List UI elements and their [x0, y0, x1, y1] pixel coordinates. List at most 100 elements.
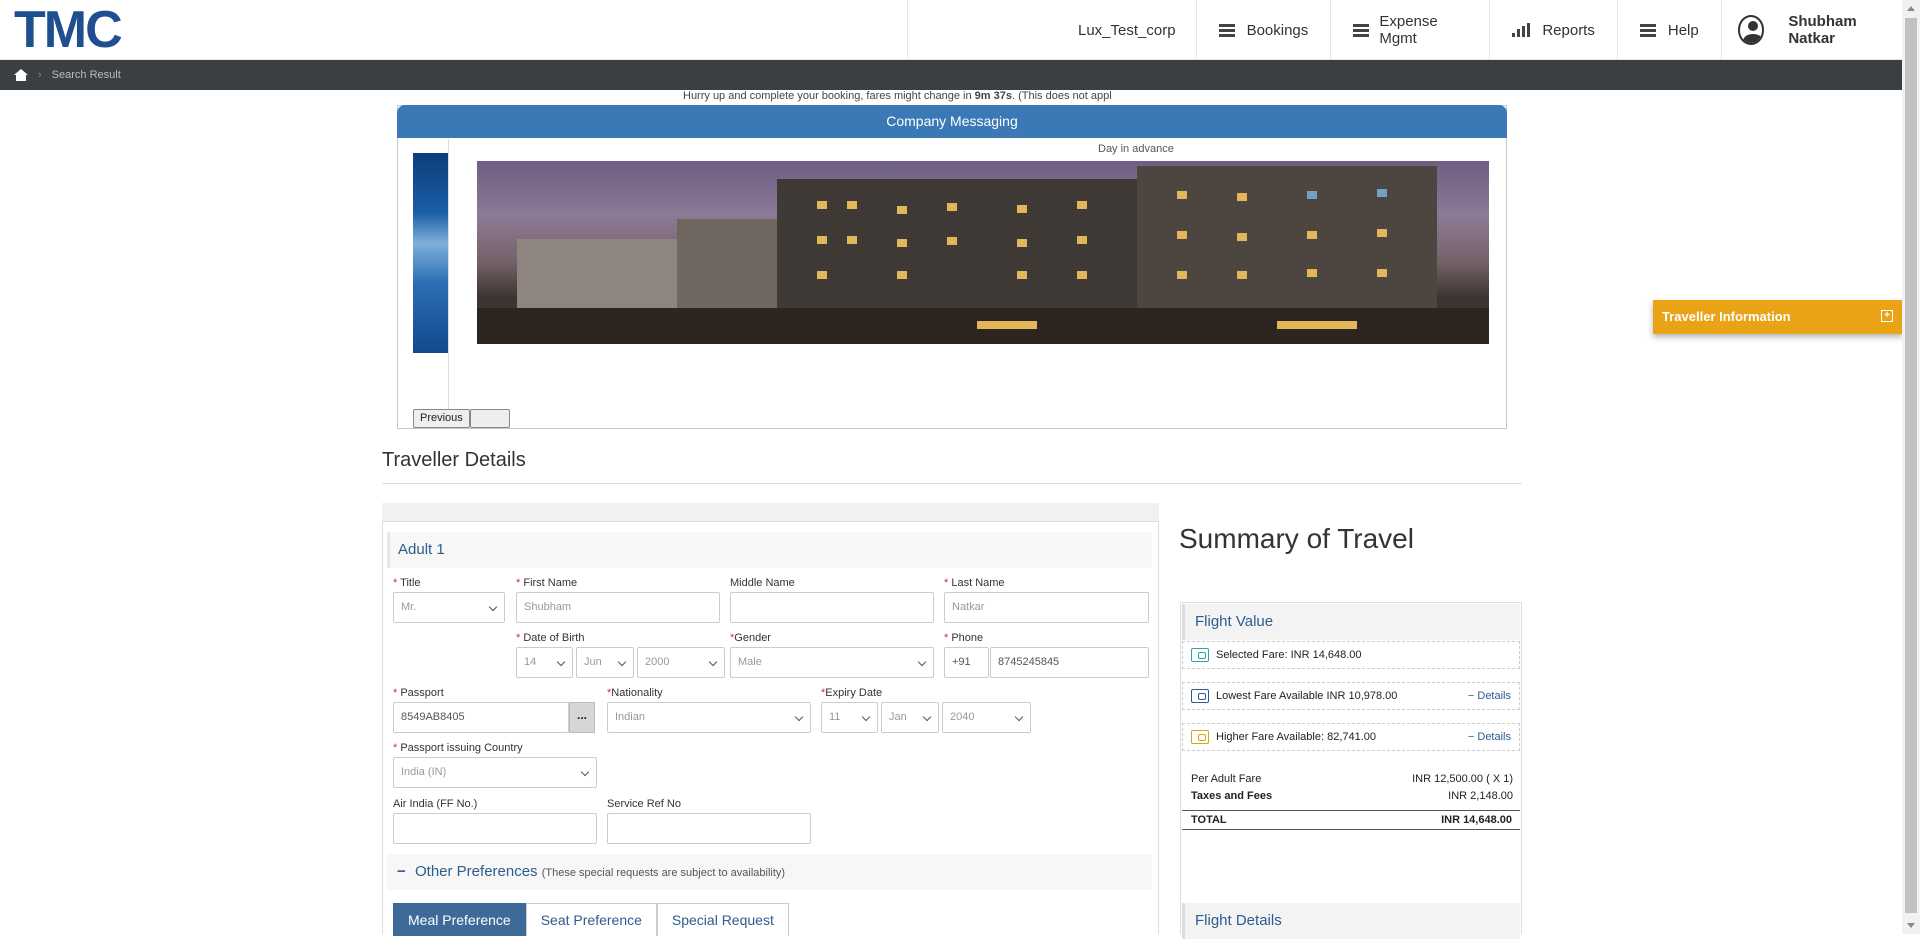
- per-adult-value: INR 12,500.00 ( X 1): [1412, 773, 1513, 785]
- phone-input[interactable]: 8745245845: [990, 647, 1149, 678]
- user-avatar-icon: [1737, 15, 1765, 45]
- passport-more-button[interactable]: ...: [569, 702, 595, 733]
- taxes-value: INR 2,148.00: [1448, 790, 1513, 802]
- total-label: TOTAL: [1191, 814, 1227, 826]
- first-name-label: * First Name: [516, 577, 578, 589]
- other-preferences-toggle[interactable]: − Other Preferences (These special reques…: [387, 854, 1152, 890]
- nav-expense-mgmt[interactable]: Expense Mgmt: [1331, 0, 1491, 60]
- summary-heading: Summary of Travel: [1179, 523, 1414, 554]
- scroll-down-icon[interactable]: [1907, 923, 1915, 928]
- breadcrumb: › Search Result: [0, 60, 1902, 90]
- selected-fare-text: Selected Fare: INR 14,648.00: [1216, 649, 1362, 661]
- nav-expense-label: Expense Mgmt: [1379, 13, 1438, 47]
- home-icon[interactable]: [14, 69, 28, 81]
- gender-select[interactable]: Male: [730, 647, 934, 678]
- wallet-icon: [1191, 689, 1209, 703]
- passport-label: * Passport: [393, 687, 444, 699]
- dob-label: * Date of Birth: [516, 632, 585, 644]
- higher-fare-text: Higher Fare Available: 82,741.00: [1216, 731, 1377, 743]
- expiry-day-select[interactable]: 11: [821, 702, 878, 733]
- phone-label: * Phone: [944, 632, 984, 644]
- traveller-information-label: Traveller Information: [1662, 309, 1791, 324]
- nav-help[interactable]: Help: [1618, 0, 1722, 60]
- other-preferences-note: (These special requests are subject to a…: [541, 867, 786, 879]
- preference-tabs: Meal Preference Seat Preference Special …: [393, 903, 789, 936]
- tmc-logo[interactable]: TMC: [14, 4, 123, 56]
- traveller-form: Adult 1 * Title Mr. * First Name Shubham…: [382, 521, 1159, 936]
- tab-meal-preference[interactable]: Meal Preference: [393, 903, 526, 936]
- title-select[interactable]: Mr.: [393, 592, 505, 623]
- carousel-controls: Previous: [413, 409, 510, 428]
- breadcrumb-separator-icon: ›: [38, 69, 42, 81]
- company-messaging-title: Company Messaging: [397, 105, 1507, 138]
- page-scrollbar[interactable]: [1902, 0, 1920, 934]
- nationality-label: *Nationality: [607, 687, 663, 699]
- middle-name-label: Middle Name: [730, 577, 795, 589]
- per-adult-label: Per Adult Fare: [1191, 773, 1262, 785]
- nav-reports-label: Reports: [1542, 21, 1595, 39]
- adult-section-heading: Adult 1: [387, 532, 1152, 568]
- total-row: TOTAL INR 14,648.00: [1182, 810, 1520, 830]
- company-messaging-panel: Company Messaging Day in advance Previou…: [397, 105, 1507, 429]
- user-menu[interactable]: Shubham Natkar: [1722, 0, 1902, 60]
- carousel-side-image: [413, 153, 448, 353]
- traveller-information-toggle[interactable]: Traveller Information +: [1653, 300, 1903, 334]
- hamburger-icon: [1218, 23, 1235, 37]
- dob-year-select[interactable]: 2000: [637, 647, 725, 678]
- main-nav: Lux_Test_corp Bookings Expense Mgmt Repo…: [907, 0, 1902, 60]
- ff-number-input[interactable]: [393, 813, 597, 844]
- title-label: * Title: [393, 577, 421, 589]
- traveller-details-heading: Traveller Details: [382, 449, 526, 471]
- wallet-icon: [1191, 730, 1209, 744]
- nav-bookings-label: Bookings: [1246, 21, 1309, 39]
- scrollbar-thumb[interactable]: [1905, 18, 1917, 913]
- taxes-row: Taxes and Fees INR 2,148.00: [1191, 790, 1513, 802]
- per-adult-fare-row: Per Adult Fare INR 12,500.00 ( X 1): [1191, 773, 1513, 785]
- carousel-next-button[interactable]: [469, 409, 510, 428]
- expiry-month-select[interactable]: Jan: [881, 702, 939, 733]
- carousel-previous-button[interactable]: Previous: [413, 409, 470, 428]
- timer-suffix: . (This does not appl: [1011, 90, 1112, 102]
- nav-bookings[interactable]: Bookings: [1197, 0, 1332, 60]
- form-top-bar: [382, 503, 1159, 521]
- other-preferences-label: Other Preferences: [415, 863, 538, 880]
- issuing-country-label: * Passport issuing Country: [393, 742, 523, 754]
- dob-month-select[interactable]: Jun: [576, 647, 634, 678]
- scroll-up-icon[interactable]: [1907, 6, 1915, 11]
- middle-name-input[interactable]: [730, 592, 934, 623]
- nationality-select[interactable]: Indian: [607, 702, 811, 733]
- corporate-name: Lux_Test_corp: [908, 0, 1197, 60]
- heading-divider: [382, 483, 1522, 484]
- higher-fare-details-link[interactable]: − Details: [1468, 724, 1511, 750]
- taxes-label: Taxes and Fees: [1191, 790, 1273, 802]
- issuing-country-select[interactable]: India (IN): [393, 757, 597, 788]
- passport-input[interactable]: 8549AB8405: [393, 702, 569, 733]
- service-ref-input[interactable]: [607, 813, 811, 844]
- top-navigation-bar: TMC Lux_Test_corp Bookings Expense Mgmt …: [0, 0, 1902, 60]
- tab-special-request[interactable]: Special Request: [656, 903, 789, 936]
- nav-reports[interactable]: Reports: [1490, 0, 1618, 60]
- hamburger-icon: [1353, 23, 1370, 37]
- breadcrumb-current: Search Result: [51, 69, 121, 81]
- hotel-banner-image: [477, 161, 1489, 344]
- service-ref-label: Service Ref No: [607, 798, 681, 810]
- last-name-label: * Last Name: [944, 577, 1005, 589]
- lowest-fare-details-link[interactable]: − Details: [1468, 683, 1511, 709]
- collapse-minus-icon: −: [397, 863, 406, 880]
- nav-help-label: Help: [1667, 21, 1699, 39]
- dob-day-select[interactable]: 14: [516, 647, 573, 678]
- flight-value-heading: Flight Value: [1182, 604, 1520, 640]
- phone-country-code[interactable]: +91: [944, 647, 989, 678]
- higher-fare-row: Higher Fare Available: 82,741.00 − Detai…: [1182, 723, 1520, 751]
- first-name-input[interactable]: Shubham: [516, 592, 720, 623]
- expiry-year-select[interactable]: 2040: [942, 702, 1031, 733]
- expand-plus-icon: +: [1881, 310, 1893, 322]
- fare-timer-notice: Hurry up and complete your booking, fare…: [683, 90, 1143, 102]
- timer-countdown: 9m 37s: [974, 90, 1012, 102]
- hamburger-icon: [1639, 23, 1656, 37]
- last-name-input[interactable]: Natkar: [944, 592, 1149, 623]
- user-name: Shubham Natkar: [1788, 13, 1857, 47]
- timer-prefix: Hurry up and complete your booking, fare…: [683, 90, 975, 102]
- ff-number-label: Air India (FF No.): [393, 798, 478, 810]
- tab-seat-preference[interactable]: Seat Preference: [525, 903, 657, 936]
